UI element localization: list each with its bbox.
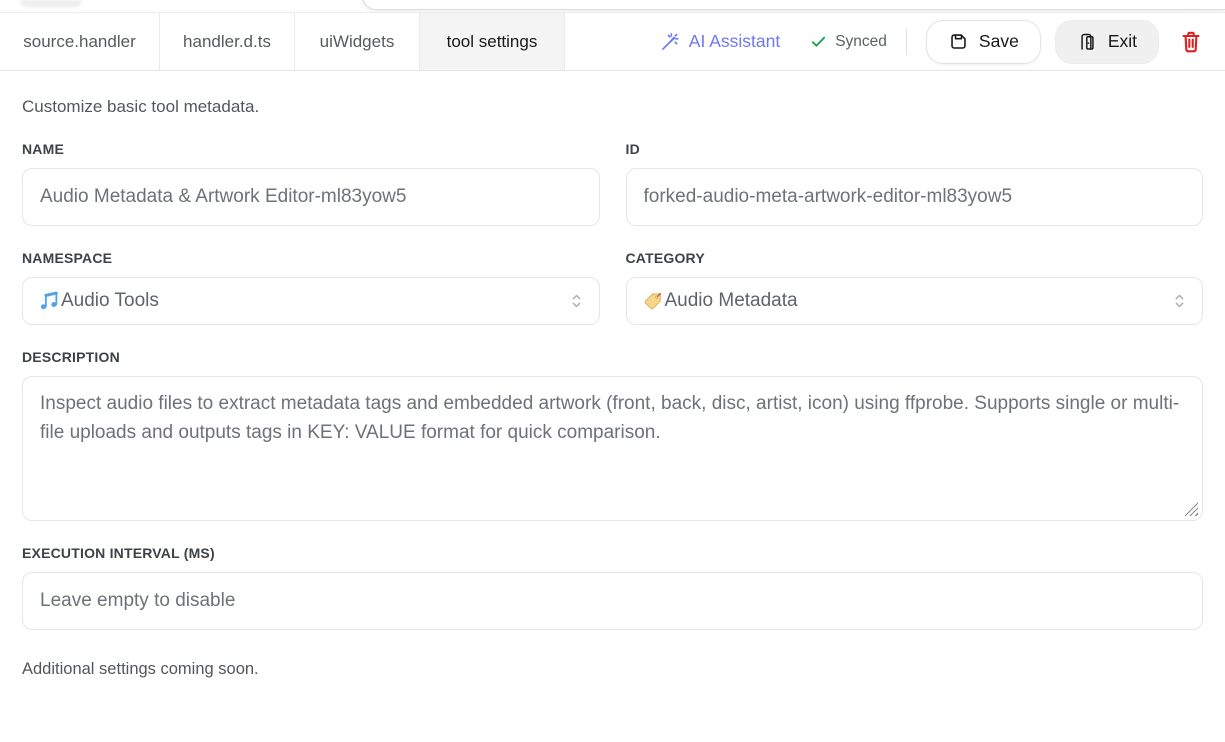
ai-assistant-label: AI Assistant <box>689 31 780 52</box>
sync-status: Synced <box>810 33 887 51</box>
namespace-label: NAMESPACE <box>22 250 600 266</box>
description-textarea[interactable]: Inspect audio files to extract metadata … <box>22 376 1203 521</box>
delete-tool-button[interactable] <box>1177 27 1205 57</box>
tool-settings-panel: Customize basic tool metadata. NAME ID N… <box>0 97 1225 679</box>
description-label: DESCRIPTION <box>22 349 1203 365</box>
overlay-remnant-right <box>362 0 1225 10</box>
wand-icon <box>660 32 680 52</box>
id-input[interactable] <box>626 168 1204 226</box>
sync-status-label: Synced <box>835 33 887 51</box>
name-input[interactable] <box>22 168 600 226</box>
top-overlay-strip <box>0 0 1225 12</box>
music-note-icon <box>38 291 59 312</box>
footer-note: Additional settings coming soon. <box>22 660 1203 679</box>
tab-bar: source.handler handler.d.ts uiWidgets to… <box>0 12 1225 71</box>
intro-text: Customize basic tool metadata. <box>22 97 1203 117</box>
check-icon <box>810 33 827 50</box>
name-label: NAME <box>22 141 600 157</box>
header-divider <box>906 29 907 55</box>
namespace-value: Audio Tools <box>61 290 159 312</box>
category-select[interactable]: Audio Metadata <box>626 277 1204 325</box>
exit-button[interactable]: Exit <box>1055 20 1159 64</box>
namespace-select[interactable]: Audio Tools <box>22 277 600 325</box>
chevron-updown-icon <box>1172 290 1187 312</box>
exit-button-label: Exit <box>1108 31 1137 52</box>
category-value: Audio Metadata <box>665 290 798 312</box>
tag-icon <box>642 291 663 312</box>
save-button[interactable]: Save <box>926 20 1041 64</box>
tab-handler-dts[interactable]: handler.d.ts <box>160 13 295 70</box>
floppy-icon <box>948 31 969 52</box>
execution-interval-input[interactable] <box>22 572 1203 630</box>
door-icon <box>1077 31 1098 52</box>
category-label: CATEGORY <box>626 250 1204 266</box>
header-actions: AI Assistant Synced Save <box>660 13 1225 70</box>
tab-source-handler[interactable]: source.handler <box>0 13 160 70</box>
trash-icon <box>1179 29 1203 55</box>
save-button-label: Save <box>979 31 1019 52</box>
ai-assistant-button[interactable]: AI Assistant <box>660 31 780 52</box>
overlay-remnant-left <box>20 0 82 7</box>
execution-interval-label: EXECUTION INTERVAL (MS) <box>22 545 1203 561</box>
chevron-updown-icon <box>569 290 584 312</box>
tab-uiwidgets[interactable]: uiWidgets <box>295 13 420 70</box>
tab-tool-settings[interactable]: tool settings <box>420 13 565 70</box>
id-label: ID <box>626 141 1204 157</box>
